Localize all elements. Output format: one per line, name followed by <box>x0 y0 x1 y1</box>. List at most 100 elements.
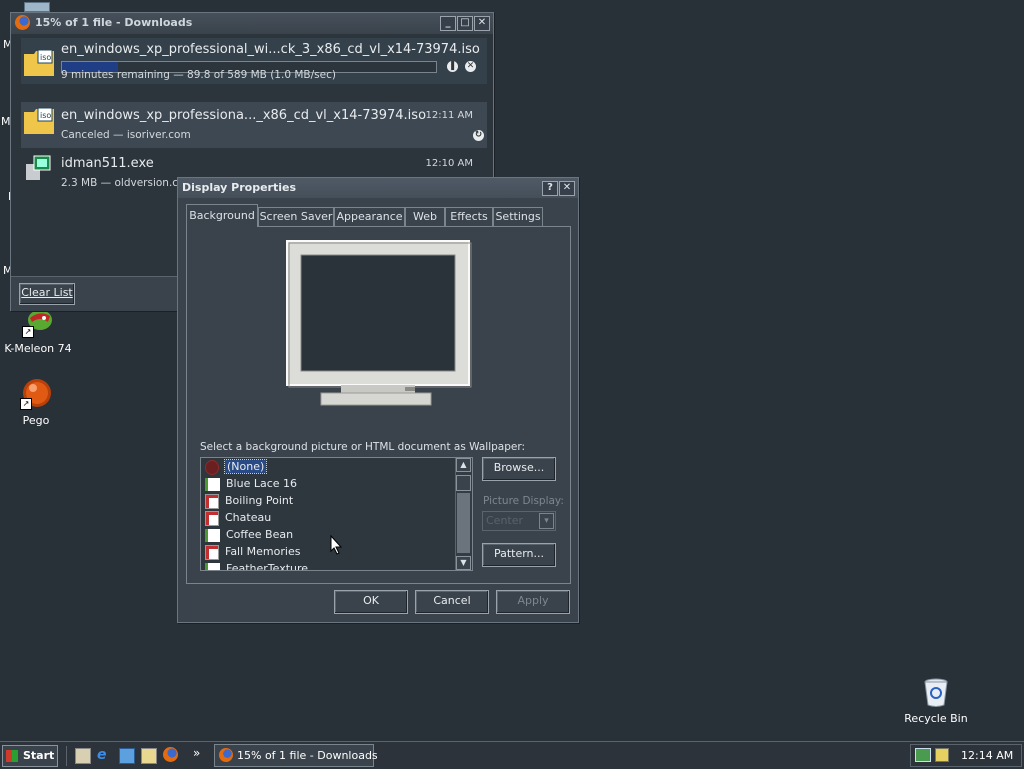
pego-icon: ↗ <box>20 378 52 410</box>
close-button[interactable]: ✕ <box>474 16 490 31</box>
taskbar: Start e » 15% of 1 file - Downloads 12:1… <box>0 741 1024 769</box>
wallpaper-item-label: Chateau <box>225 511 272 524</box>
firefox-icon <box>15 15 30 30</box>
wallpaper-label: Select a background picture or HTML docu… <box>200 441 526 453</box>
recycle-bin-icon <box>920 676 952 708</box>
mouse-cursor-icon <box>330 535 342 555</box>
tab-web[interactable]: Web <box>405 207 445 226</box>
dialog-title: Display Properties <box>182 181 297 194</box>
ok-button[interactable]: OK <box>334 590 408 614</box>
browse-button[interactable]: Browse... <box>482 457 556 481</box>
pause-button[interactable]: ❚ <box>447 61 458 72</box>
help-button[interactable]: ? <box>542 181 558 196</box>
desktop-icon-label: Pego <box>22 414 50 427</box>
iso-file-icon: iso <box>24 49 54 76</box>
window-title: 15% of 1 file - Downloads <box>35 16 193 29</box>
retry-icon[interactable]: ↻ <box>473 130 484 141</box>
apply-button[interactable]: Apply <box>496 590 570 614</box>
html-doc-icon <box>205 477 220 491</box>
downloads-titlebar[interactable]: 15% of 1 file - Downloads _ □ ✕ <box>11 13 493 33</box>
quick-launch: e » <box>66 746 207 766</box>
taskbar-task-downloads[interactable]: 15% of 1 file - Downloads <box>214 744 378 767</box>
desktop-icon-pego[interactable]: ↗ Pego <box>0 378 74 427</box>
quick-launch-chevron[interactable]: » <box>193 746 200 760</box>
download-status: 9 minutes remaining — 89.8 of 589 MB (1.… <box>61 69 336 81</box>
download-filename: en_windows_xp_professional_wi...ck_3_x86… <box>61 42 480 57</box>
system-tray: 12:14 AM <box>910 744 1022 767</box>
download-status: Canceled — isoriver.com <box>61 129 191 141</box>
scroll-track-fill <box>457 493 470 553</box>
svg-text:iso: iso <box>40 111 51 120</box>
minimize-button[interactable]: _ <box>440 16 456 31</box>
download-time: 12:11 AM <box>425 110 473 121</box>
monitor-preview <box>286 240 472 406</box>
windows-logo-icon <box>6 750 18 762</box>
iso-file-icon: iso <box>24 107 54 134</box>
chevron-down-icon[interactable]: ▾ <box>539 513 554 529</box>
tab-panel: Select a background picture or HTML docu… <box>186 226 571 584</box>
desktop-icon-partial[interactable] <box>24 2 50 12</box>
wallpaper-item[interactable]: Fall Memories <box>205 544 300 560</box>
download-filename: idman511.exe <box>61 156 154 171</box>
internet-explorer-icon[interactable]: e <box>97 747 107 763</box>
start-button[interactable]: Start <box>2 745 58 767</box>
pattern-button[interactable]: Pattern... <box>482 543 556 567</box>
wallpaper-item-label: Coffee Bean <box>226 528 294 541</box>
desktop-icon-recycle-bin[interactable]: Recycle Bin <box>898 676 974 725</box>
firefox-icon[interactable] <box>163 747 178 762</box>
volume-icon[interactable] <box>935 748 949 762</box>
tab-effects[interactable]: Effects <box>445 207 493 226</box>
tab-screen-saver[interactable]: Screen Saver <box>258 207 334 226</box>
wallpaper-item[interactable]: Chateau <box>205 510 271 526</box>
download-time: 12:10 AM <box>425 158 473 169</box>
bitmap-icon <box>205 510 219 526</box>
scroll-down-button[interactable]: ▼ <box>456 556 471 570</box>
picture-display-select[interactable]: Center ▾ <box>482 511 556 531</box>
html-doc-icon <box>205 562 220 570</box>
desktop-icon-kmeleon[interactable]: ↗ K-Meleon 74 <box>0 306 76 355</box>
windows-explorer-icon[interactable] <box>119 748 135 764</box>
shortcut-arrow-icon: ↗ <box>22 326 34 338</box>
cancel-button[interactable]: Cancel <box>415 590 489 614</box>
svg-text:iso: iso <box>40 53 51 62</box>
wallpaper-item[interactable]: Boiling Point <box>205 493 293 509</box>
desktop-icon-label: K-Meleon 74 <box>4 342 72 355</box>
download-item[interactable]: iso en_windows_xp_professional_wi...ck_3… <box>21 38 487 84</box>
download-status: 2.3 MB — oldversion.com <box>61 177 195 189</box>
maximize-button[interactable]: □ <box>457 16 473 31</box>
tab-settings[interactable]: Settings <box>493 207 543 226</box>
firefox-icon <box>219 748 233 762</box>
search-icon[interactable] <box>141 748 157 764</box>
start-label: Start <box>23 749 55 762</box>
wallpaper-item-label: Blue Lace 16 <box>226 477 298 490</box>
shortcut-arrow-icon: ↗ <box>20 398 32 410</box>
scroll-up-button[interactable]: ▲ <box>456 458 471 472</box>
close-button[interactable]: ✕ <box>559 181 575 196</box>
wallpaper-item[interactable]: (None) <box>205 459 268 475</box>
html-doc-icon <box>205 528 220 542</box>
bitmap-icon <box>205 493 219 509</box>
cancel-download-button[interactable]: ✕ <box>465 61 476 72</box>
tab-appearance[interactable]: Appearance <box>334 207 405 226</box>
dialog-titlebar[interactable]: Display Properties ? ✕ <box>178 178 578 198</box>
picture-display-value: Center <box>486 514 524 527</box>
wallpaper-item-label: FeatherTexture <box>226 562 309 571</box>
wallpaper-item[interactable]: Blue Lace 16 <box>205 476 297 492</box>
show-desktop-icon[interactable] <box>75 748 91 764</box>
desktop-icon-label: Recycle Bin <box>904 712 968 725</box>
bitmap-icon <box>205 544 219 560</box>
none-icon <box>205 459 219 475</box>
wallpaper-item[interactable]: FeatherTexture <box>205 561 309 571</box>
scroll-thumb[interactable] <box>456 475 471 491</box>
tab-background[interactable]: Background <box>186 204 258 227</box>
picture-display-label: Picture Display: <box>483 495 564 507</box>
listbox-scrollbar[interactable]: ▲ ▼ <box>455 458 472 570</box>
clear-list-button[interactable]: Clear List <box>19 283 75 305</box>
wallpaper-item-label: (None) <box>223 459 268 474</box>
download-item[interactable]: iso en_windows_xp_professiona..._x86_cd_… <box>21 102 487 148</box>
wallpaper-item[interactable]: Coffee Bean <box>205 527 293 543</box>
network-icon[interactable] <box>915 748 931 762</box>
clock[interactable]: 12:14 AM <box>961 749 1013 762</box>
task-label: 15% of 1 file - Downloads <box>237 749 378 762</box>
download-filename: en_windows_xp_professiona..._x86_cd_vl_x… <box>61 108 427 123</box>
